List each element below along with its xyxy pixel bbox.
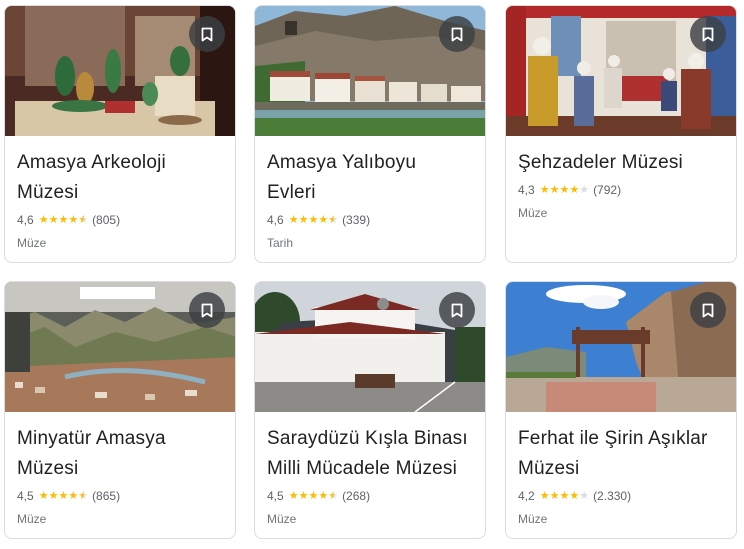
place-title[interactable]: Ferhat ile Şirin Aşıklar Müzesi [518,424,724,484]
star-half-icon: ★ [78,490,89,502]
rating-value: 4,5 [267,489,284,503]
place-card[interactable]: Ferhat ile Şirin Aşıklar Müzesi 4,2 ★ ★ ★ ★ ★… [505,281,737,539]
star-icon: ★ [559,490,570,502]
rating-value: 4,6 [17,213,34,227]
star-empty-icon: ★ [579,490,590,502]
place-card[interactable]: Amasya Yalıboyu Evleri 4,6 ★ ★ ★ ★ ★ (339) Ta… [254,5,486,263]
review-count: (865) [92,489,121,503]
save-button[interactable] [690,292,726,328]
review-count: (805) [92,213,121,227]
place-category: Müze [267,512,297,526]
place-title[interactable]: Amasya Yalıboyu Evleri [267,148,473,208]
place-category: Müze [17,512,47,526]
places-grid: Amasya Arkeoloji Müzesi 4,6 ★ ★ ★ ★ ★ (805) M… [0,0,744,549]
star-icon: ★ [68,490,79,502]
place-title[interactable]: Şehzadeler Müzesi [518,148,724,178]
rating-value: 4,3 [518,183,535,197]
place-photo[interactable] [506,282,736,412]
star-half-icon: ★ [78,214,89,226]
place-title[interactable]: Amasya Arkeoloji Müzesi [17,148,223,208]
review-count: (2.330) [593,489,632,503]
star-rating: ★ ★ ★ ★ ★ [39,214,88,226]
star-icon: ★ [68,214,79,226]
star-icon: ★ [308,490,319,502]
star-icon: ★ [48,214,59,226]
star-icon: ★ [318,214,329,226]
star-icon: ★ [559,184,570,196]
rating-value: 4,6 [267,213,284,227]
bookmark-icon [451,303,463,317]
star-icon: ★ [288,490,299,502]
place-category: Müze [17,236,47,250]
bookmark-icon [451,27,463,41]
place-card[interactable]: Şehzadeler Müzesi 4,3 ★ ★ ★ ★ ★ (792) Müze [505,5,737,263]
bookmark-icon [702,303,714,317]
place-card[interactable]: Minyatür Amasya Müzesi 4,5 ★ ★ ★ ★ ★ (865) Mü… [4,281,236,539]
star-icon: ★ [318,490,329,502]
star-icon: ★ [549,184,560,196]
star-rating: ★ ★ ★ ★ ★ [540,184,589,196]
rating-row: 4,2 ★ ★ ★ ★ ★ (2.330) [518,488,724,504]
save-button[interactable] [189,16,225,52]
place-photo[interactable] [5,6,235,136]
place-category: Tarih [267,236,294,250]
star-icon: ★ [308,214,319,226]
review-count: (268) [342,489,371,503]
bookmark-icon [702,27,714,41]
star-icon: ★ [539,184,550,196]
save-button[interactable] [189,292,225,328]
review-count: (339) [342,213,371,227]
star-empty-icon: ★ [579,184,590,196]
rating-value: 4,2 [518,489,535,503]
rating-value: 4,5 [17,489,34,503]
star-icon: ★ [38,490,49,502]
star-icon: ★ [539,490,550,502]
place-photo[interactable] [255,6,485,136]
star-icon: ★ [569,490,580,502]
review-count: (792) [593,183,622,197]
star-icon: ★ [569,184,580,196]
star-icon: ★ [38,214,49,226]
place-title[interactable]: Minyatür Amasya Müzesi [17,424,223,484]
rating-row: 4,5 ★ ★ ★ ★ ★ (865) [17,488,223,504]
star-rating: ★ ★ ★ ★ ★ [289,214,338,226]
star-icon: ★ [58,490,69,502]
place-photo[interactable] [255,282,485,412]
save-button[interactable] [690,16,726,52]
rating-row: 4,3 ★ ★ ★ ★ ★ (792) [518,182,724,198]
rating-row: 4,5 ★ ★ ★ ★ ★ (268) [267,488,473,504]
place-card[interactable]: Saraydüzü Kışla Binası Milli Mücadele Müz… [254,281,486,539]
bookmark-icon [201,27,213,41]
place-category: Müze [518,512,548,526]
star-icon: ★ [298,490,309,502]
star-icon: ★ [298,214,309,226]
rating-row: 4,6 ★ ★ ★ ★ ★ (339) [267,212,473,228]
star-half-icon: ★ [328,214,339,226]
star-rating: ★ ★ ★ ★ ★ [39,490,88,502]
place-photo[interactable] [5,282,235,412]
place-photo[interactable] [506,6,736,136]
star-half-icon: ★ [328,490,339,502]
place-card[interactable]: Amasya Arkeoloji Müzesi 4,6 ★ ★ ★ ★ ★ (805) M… [4,5,236,263]
star-rating: ★ ★ ★ ★ ★ [289,490,338,502]
save-button[interactable] [439,16,475,52]
star-icon: ★ [288,214,299,226]
place-title[interactable]: Saraydüzü Kışla Binası Milli Mücadele Müz… [267,424,473,484]
place-category: Müze [518,206,548,220]
star-rating: ★ ★ ★ ★ ★ [540,490,589,502]
bookmark-icon [201,303,213,317]
star-icon: ★ [58,214,69,226]
rating-row: 4,6 ★ ★ ★ ★ ★ (805) [17,212,223,228]
star-icon: ★ [549,490,560,502]
save-button[interactable] [439,292,475,328]
star-icon: ★ [48,490,59,502]
